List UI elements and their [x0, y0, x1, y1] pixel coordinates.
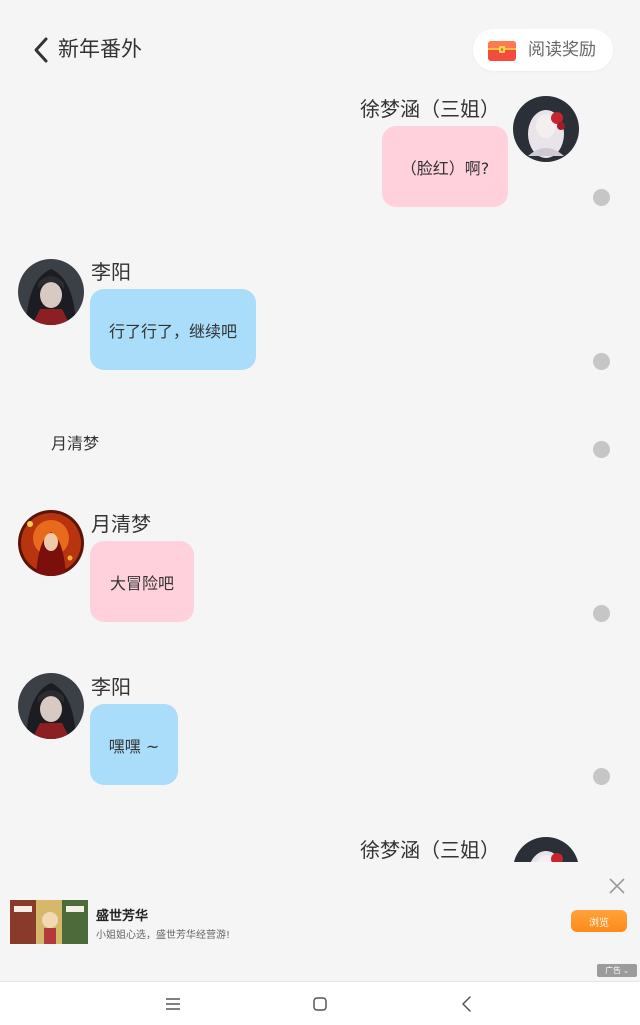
message-bubble: 大冒险吧 [90, 541, 194, 622]
speaker-name: 徐梦涵（三姐） [360, 838, 500, 862]
avatar[interactable] [513, 837, 579, 862]
page-title: 新年番外 [58, 37, 142, 61]
chevron-down-icon: ⌄ [623, 966, 629, 975]
speaker-name: 李阳 [91, 260, 131, 284]
back-arrow-icon[interactable] [30, 36, 56, 64]
ad-badge-label: 广告 [605, 966, 622, 975]
message-bubble: 行了行了，继续吧 [90, 289, 256, 370]
avatar[interactable] [513, 96, 579, 162]
avatar[interactable] [18, 259, 84, 325]
system-navigation-bar [0, 981, 640, 1025]
avatar[interactable] [18, 673, 84, 739]
reading-reward-button[interactable]: 阅读奖励 [473, 29, 613, 71]
comment-dot[interactable] [593, 189, 610, 206]
speaker-name: 徐梦涵（三姐） [360, 97, 500, 121]
close-icon[interactable] [607, 876, 627, 896]
message-bubble: 嘿嘿 ~ [90, 704, 178, 785]
narration-text: 月清梦 [51, 434, 100, 453]
avatar[interactable] [18, 510, 84, 576]
message-bubble: （脸红）啊? [382, 126, 508, 207]
avatar-image [513, 96, 579, 162]
menu-icon[interactable] [163, 994, 183, 1014]
speaker-name: 李阳 [91, 675, 131, 699]
avatar-image [18, 510, 84, 576]
avatar-image [18, 259, 84, 325]
comment-dot[interactable] [593, 768, 610, 785]
home-square-icon[interactable] [310, 994, 330, 1014]
ad-thumbnail[interactable] [10, 900, 88, 944]
avatar-image [18, 673, 84, 739]
comment-dot[interactable] [593, 605, 610, 622]
reading-reward-label: 阅读奖励 [528, 40, 596, 60]
ad-title[interactable]: 盛世芳华 [96, 905, 148, 924]
avatar-image [513, 837, 579, 862]
chat-fade-container: 徐梦涵（三姐） [0, 820, 640, 862]
ad-browse-button[interactable]: 浏览 [571, 910, 627, 932]
ad-description: 小姐姐心选，盛世芳华经营游! [96, 930, 231, 941]
speaker-name: 月清梦 [91, 512, 151, 536]
comment-dot[interactable] [593, 441, 610, 458]
treasure-chest-icon [488, 41, 516, 61]
ad-image [10, 900, 88, 944]
ad-badge: 广告 ⌄ [597, 964, 637, 977]
back-chevron-icon[interactable] [457, 994, 477, 1014]
comment-dot[interactable] [593, 353, 610, 370]
